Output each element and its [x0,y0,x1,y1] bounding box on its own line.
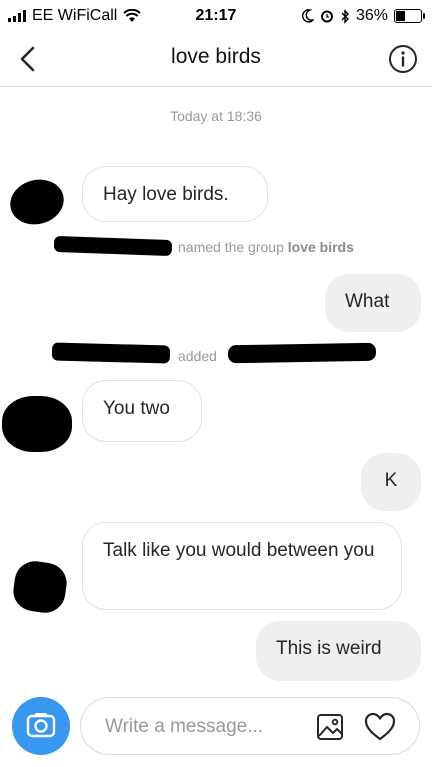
message-composer [80,697,420,755]
message-text: K [384,470,398,491]
heart-icon[interactable] [363,711,397,743]
message-text: This is weird [276,638,382,659]
redacted-avatar [5,173,69,231]
battery-icon [394,9,425,23]
info-icon[interactable] [388,44,418,74]
redacted-avatar [2,396,72,452]
message-bubble-outgoing[interactable]: K [361,453,421,511]
status-bar: EE WiFiCall 21:17 36% [0,0,432,34]
gallery-icon[interactable] [315,712,345,742]
camera-button[interactable] [12,697,70,755]
redacted-name [53,235,173,257]
message-input[interactable] [103,712,307,742]
message-bubble-incoming[interactable]: Talk like you would between you [82,522,402,610]
system-message-added: added [178,348,217,364]
message-text: Talk like you would between you [103,540,375,561]
message-bubble-incoming[interactable]: You two [82,380,202,442]
redacted-name [51,342,171,364]
system-message-rename: named the group love birds [178,239,354,255]
camera-icon [26,713,56,738]
message-bubble-incoming[interactable]: Hay love birds. [82,166,268,222]
battery-percent: 36% [355,7,388,24]
message-text: Hay love birds. [103,184,229,205]
group-name: love birds [287,239,354,255]
alarm-icon [320,10,333,23]
chat-title[interactable]: love birds [0,45,432,69]
redacted-name [227,342,377,364]
moon-icon [301,9,314,23]
bluetooth-icon [341,8,349,24]
status-right: 36% [301,7,425,25]
message-text: You two [103,398,170,419]
redacted-avatar [10,558,70,616]
chat-header: love birds [0,34,432,87]
message-bubble-outgoing[interactable]: This is weird [256,621,421,681]
conversation-timestamp: Today at 18:36 [170,108,262,124]
message-text: What [345,291,390,312]
message-bubble-outgoing[interactable]: What [325,274,421,332]
